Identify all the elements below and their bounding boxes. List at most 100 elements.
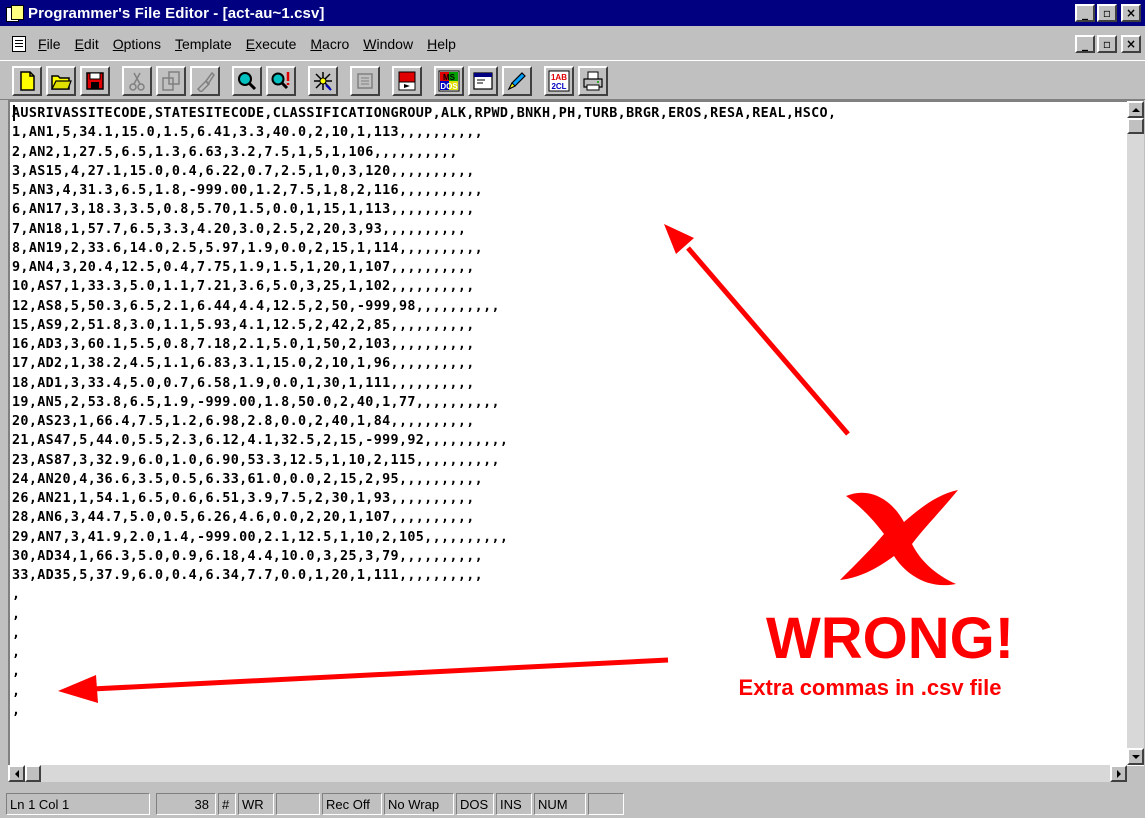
status-rec: Rec Off (322, 793, 382, 815)
abc-tool-button[interactable]: 1AB 2CL (544, 66, 574, 96)
text-line[interactable]: 24,AN20,4,36.6,3.5,0.5,6.33,61.0,0.0,2,1… (12, 470, 1128, 489)
editor-pane[interactable]: AUSRIVASSITECODE,STATESITECODE,CLASSIFIC… (8, 100, 1144, 766)
text-line[interactable]: AUSRIVASSITECODE,STATESITECODE,CLASSIFIC… (12, 104, 1128, 123)
app-icon[interactable] (6, 5, 24, 22)
print-button[interactable] (578, 66, 608, 96)
scroll-right-button[interactable] (1110, 765, 1127, 782)
text-area[interactable]: AUSRIVASSITECODE,STATESITECODE,CLASSIFIC… (12, 104, 1128, 768)
text-line[interactable]: , (12, 701, 1128, 720)
menu-file[interactable]: File (38, 36, 61, 52)
horizontal-scroll-thumb[interactable] (25, 765, 41, 782)
abc-icon: 1AB2CL (548, 70, 570, 92)
run-icon (398, 71, 416, 91)
menu-edit[interactable]: Edit (75, 36, 99, 52)
spark-icon (314, 72, 332, 91)
doc-close-button[interactable]: × (1121, 35, 1141, 53)
vertical-scroll-thumb[interactable] (1127, 118, 1144, 134)
text-line[interactable]: 21,AS47,5,44.0,5.5,2.3,6.12,4.1,32.5,2,1… (12, 431, 1128, 450)
arrow-left-icon (14, 769, 19, 778)
text-line[interactable]: 1,AN1,5,34.1,15.0,1.5,6.41,3.3,40.0,2,10… (12, 123, 1128, 142)
new-file-button[interactable] (12, 66, 42, 96)
text-line[interactable]: 16,AD3,3,60.1,5.5,0.8,7.18,2.1,5.0,1,50,… (12, 335, 1128, 354)
arrow-right-icon (1116, 769, 1121, 778)
text-line[interactable]: 20,AS23,1,66.4,7.5,1.2,6.98,2.8,0.0,2,40… (12, 412, 1128, 431)
clear-button[interactable] (308, 66, 338, 96)
find-next-button[interactable] (266, 66, 296, 96)
menu-template[interactable]: Template (175, 36, 232, 52)
text-line[interactable]: 3,AS15,4,27.1,15.0,0.4,6.22,0.7,2.5,1,0,… (12, 162, 1128, 181)
stamp-button[interactable] (350, 66, 380, 96)
doc-minimize-button[interactable]: _ (1075, 35, 1095, 53)
copy-icon (162, 71, 180, 91)
status-bar: Ln 1 Col 1 38 # WR Rec Off No Wrap DOS I… (0, 790, 1145, 818)
text-line[interactable]: , (12, 643, 1128, 662)
menu-window[interactable]: Window (363, 36, 413, 52)
copy-button[interactable] (156, 66, 186, 96)
scroll-down-button[interactable] (1127, 748, 1144, 765)
window-button[interactable] (468, 66, 498, 96)
status-hash: # (218, 793, 236, 815)
text-line[interactable]: 15,AS9,2,51.8,3.0,1.1,5.93,4.1,12.5,2,42… (12, 316, 1128, 335)
text-line[interactable]: 9,AN4,3,20.4,12.5,0.4,7.75,1.9,1.5,1,20,… (12, 258, 1128, 277)
close-button[interactable]: × (1121, 4, 1141, 22)
vertical-scrollbar[interactable] (1127, 101, 1144, 765)
menu-options[interactable]: Options (113, 36, 161, 52)
ms-dos-button[interactable]: MS DOS (434, 66, 464, 96)
title-bar[interactable]: Programmer's File Editor - [act-au~1.csv… (0, 0, 1145, 26)
text-line[interactable]: 18,AD1,3,33.4,5.0,0.7,6.58,1.9,0.0,1,30,… (12, 374, 1128, 393)
text-line[interactable]: 30,AD34,1,66.3,5.0,0.9,6.18,4.4,10.0,3,2… (12, 547, 1128, 566)
cut-button[interactable] (122, 66, 152, 96)
text-line[interactable]: , (12, 585, 1128, 604)
horizontal-scrollbar[interactable] (8, 765, 1127, 782)
text-line[interactable]: 12,AS8,5,50.3,6.5,2.1,6.44,4.4,12.5,2,50… (12, 297, 1128, 316)
text-line[interactable]: 2,AN2,1,27.5,6.5,1.3,6.63,3.2,7.5,1,5,1,… (12, 143, 1128, 162)
new-file-icon (20, 71, 35, 91)
text-line[interactable]: , (12, 662, 1128, 681)
scroll-up-button[interactable] (1127, 101, 1144, 118)
text-line[interactable]: 26,AN21,1,54.1,6.5,0.6,6.51,3.9,7.5,2,30… (12, 489, 1128, 508)
text-line[interactable]: , (12, 605, 1128, 624)
text-line[interactable]: 29,AN7,3,41.9,2.0,1.4,-999.00,2.1,12.5,1… (12, 528, 1128, 547)
save-disk-icon (86, 72, 104, 90)
pencil-icon (507, 72, 526, 91)
save-button[interactable] (80, 66, 110, 96)
status-position: Ln 1 Col 1 (6, 793, 150, 815)
text-line[interactable]: 10,AS7,1,33.3,5.0,1.1,7.21,3.6,5.0,3,25,… (12, 277, 1128, 296)
menu-macro[interactable]: Macro (310, 36, 349, 52)
status-empty-2 (588, 793, 624, 815)
run-button[interactable] (392, 66, 422, 96)
menu-help[interactable]: Help (427, 36, 456, 52)
open-file-button[interactable] (46, 66, 76, 96)
text-line[interactable]: 33,AD35,5,37.9,6.0,0.4,6.34,7.7,0.0,1,20… (12, 566, 1128, 585)
document-icon[interactable] (12, 36, 26, 52)
status-mode: WR (238, 793, 274, 815)
text-line[interactable]: 6,AN17,3,18.3,3.5,0.8,5.70,1.5,0.0,1,15,… (12, 200, 1128, 219)
scroll-left-button[interactable] (8, 765, 25, 782)
text-line[interactable]: , (12, 682, 1128, 701)
maximize-button[interactable]: ▫ (1097, 4, 1117, 22)
text-line[interactable]: 17,AD2,1,38.2,4.5,1.1,6.83,3.1,15.0,2,10… (12, 354, 1128, 373)
open-folder-icon (51, 75, 72, 90)
svg-text:MS: MS (443, 73, 456, 82)
window-icon (473, 72, 493, 90)
arrow-up-icon (1131, 107, 1140, 112)
text-line[interactable]: , (12, 624, 1128, 643)
text-line[interactable]: 8,AN19,2,33.6,14.0,2.5,5.97,1.9,0.0,2,15… (12, 239, 1128, 258)
text-line[interactable]: 7,AN18,1,57.7,6.5,3.3,4.20,3.0,2.5,2,20,… (12, 220, 1128, 239)
paste-button[interactable] (190, 66, 220, 96)
arrow-down-icon (1131, 754, 1140, 759)
svg-text:2CL: 2CL (551, 82, 566, 91)
text-line[interactable]: 5,AN3,4,31.3,6.5,1.8,-999.00,1.2,7.5,1,8… (12, 181, 1128, 200)
doc-restore-button[interactable]: ▫ (1097, 35, 1117, 53)
printer-icon (583, 71, 603, 91)
edit-tool-button[interactable] (502, 66, 532, 96)
text-line[interactable]: 23,AS87,3,32.9,6.0,1.0,6.90,53.3,12.5,1,… (12, 451, 1128, 470)
find-button[interactable] (232, 66, 262, 96)
menu-execute[interactable]: Execute (246, 36, 297, 52)
svg-text:1AB: 1AB (551, 73, 567, 82)
minimize-button[interactable]: _ (1075, 4, 1095, 22)
text-line[interactable]: 19,AN5,2,53.8,6.5,1.9,-999.00,1.8,50.0,2… (12, 393, 1128, 412)
scissors-icon (129, 72, 145, 91)
app-window: Programmer's File Editor - [act-au~1.csv… (0, 0, 1145, 818)
text-line[interactable]: 28,AN6,3,44.7,5.0,0.5,6.26,4.6,0.0,2,20,… (12, 508, 1128, 527)
